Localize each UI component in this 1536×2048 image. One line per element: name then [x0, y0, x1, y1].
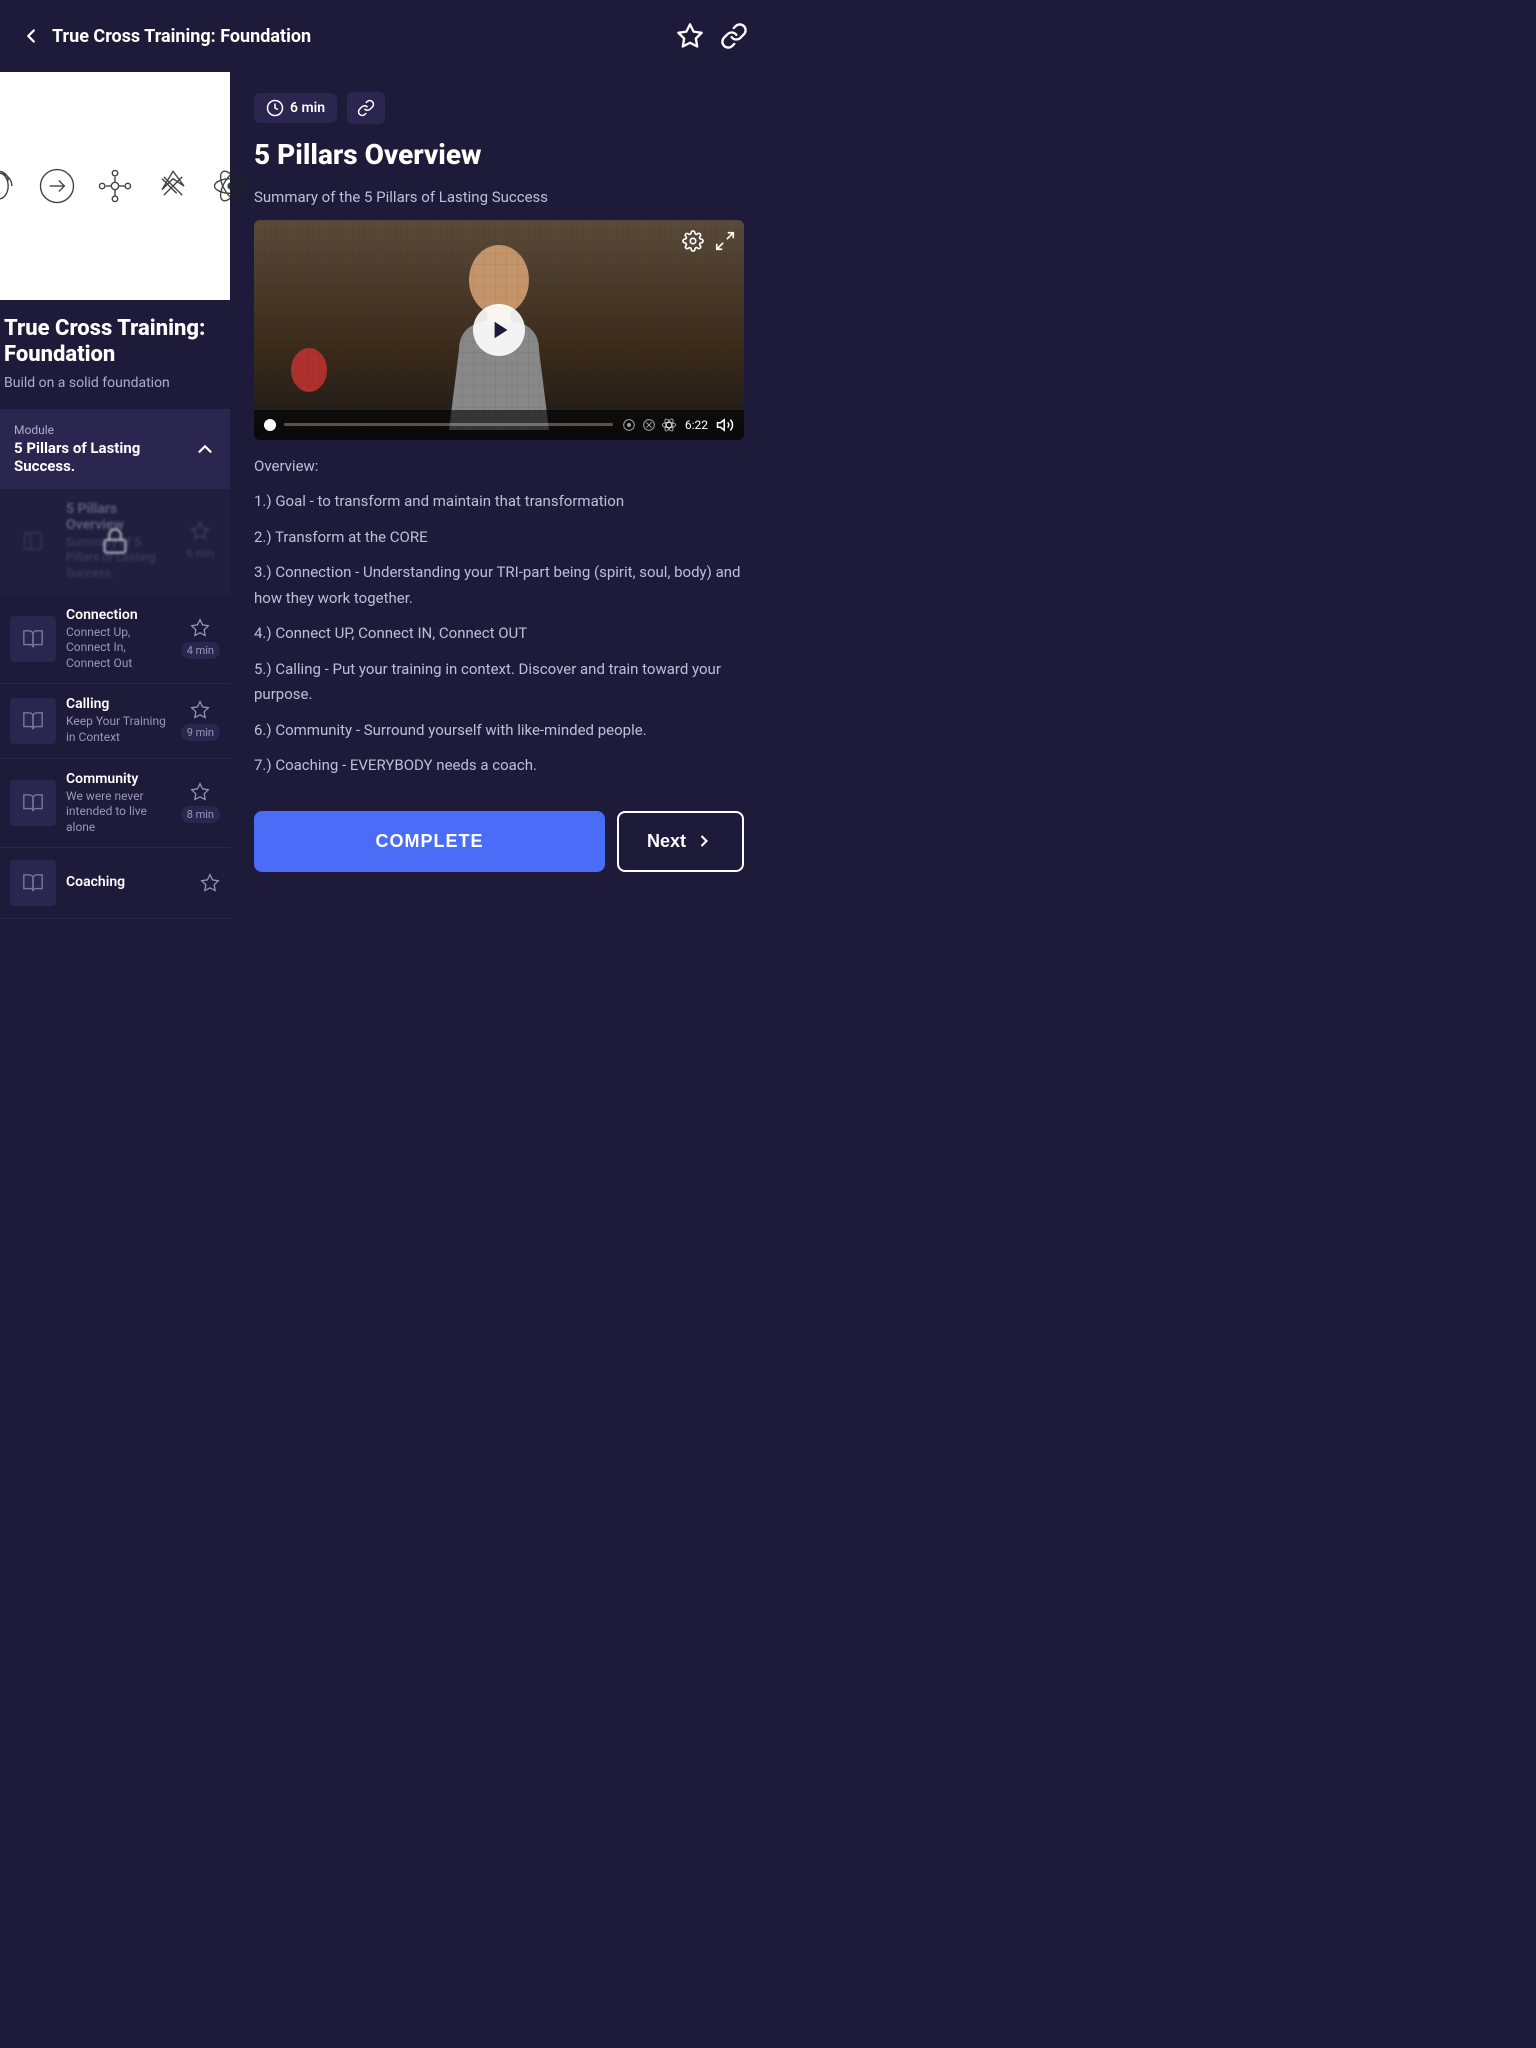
clock-icon: [266, 99, 284, 117]
course-title: True Cross Training: Foundation: [4, 316, 220, 369]
module-section: Module 5 Pillars of Lasting Success.: [0, 409, 230, 920]
star-icon[interactable]: [190, 782, 210, 802]
lesson-item[interactable]: Coaching: [0, 848, 230, 919]
lesson-duration: 4 min: [181, 642, 220, 659]
star-icon[interactable]: [190, 700, 210, 720]
lesson-item[interactable]: 5 Pillars Overview Summary of 5 Pillars …: [0, 489, 230, 595]
action-buttons: COMPLETE Next: [254, 811, 744, 892]
lesson-info: Coaching: [66, 874, 190, 892]
overview-point-4: 5.) Calling - Put your training in conte…: [254, 657, 744, 708]
video-controls: 6:22: [254, 410, 744, 440]
star-icon[interactable]: [200, 873, 220, 893]
lesson-thumb: [10, 616, 56, 662]
lesson-right: [200, 873, 220, 893]
lesson-desc: We were never intended to live alone: [66, 789, 171, 836]
lesson-item[interactable]: Community We were never intended to live…: [0, 759, 230, 849]
header-actions: [676, 22, 748, 50]
lesson-right: 8 min: [181, 782, 220, 823]
lesson-info: Connection Connect Up, Connect In, Conne…: [66, 607, 171, 672]
lesson-name: Coaching: [66, 874, 190, 890]
overview-point-2: 3.) Connection - Understanding your TRI-…: [254, 560, 744, 611]
thumbnail-icons: [0, 164, 253, 208]
star-icon[interactable]: [190, 618, 210, 638]
back-icon[interactable]: [20, 25, 42, 47]
fingerprint-icon: [0, 164, 21, 208]
overview-point-0: 1.) Goal - to transform and maintain tha…: [254, 489, 744, 515]
lesson-duration: 9 min: [181, 724, 220, 741]
lesson-item[interactable]: Calling Keep Your Training in Context 9 …: [0, 684, 230, 758]
atom-icon: [209, 164, 253, 208]
lesson-name: Connection: [66, 607, 171, 623]
overview-label: Overview:: [254, 454, 744, 480]
lesson-item[interactable]: Connection Connect Up, Connect In, Conne…: [0, 595, 230, 685]
chevron-up-icon: [194, 438, 216, 460]
next-button[interactable]: Next: [617, 811, 744, 872]
play-button[interactable]: [473, 304, 525, 356]
course-subtitle: Build on a solid foundation: [4, 375, 220, 391]
bookmark-icon[interactable]: [676, 22, 704, 50]
module-label: Module: [14, 423, 194, 437]
lesson-right: 9 min: [181, 700, 220, 741]
duration-badge: 6 min: [254, 93, 337, 123]
link-badge[interactable]: [347, 92, 385, 124]
content-title: 5 Pillars Overview: [254, 138, 744, 172]
lock-icon: [101, 527, 129, 555]
lesson-list: 5 Pillars Overview Summary of 5 Pillars …: [0, 489, 230, 920]
lesson-duration: 8 min: [181, 806, 220, 823]
chevron-right-icon: [694, 831, 714, 851]
fullscreen-icon[interactable]: [714, 230, 736, 252]
overview-point-5: 6.) Community - Surround yourself with l…: [254, 718, 744, 744]
lesson-desc: Connect Up, Connect In, Connect Out: [66, 625, 171, 672]
next-label: Next: [647, 831, 686, 852]
overview-point-3: 4.) Connect UP, Connect IN, Connect OUT: [254, 621, 744, 647]
volume-icon[interactable]: [716, 416, 734, 434]
complete-button[interactable]: COMPLETE: [254, 811, 605, 872]
lesson-thumb: [10, 698, 56, 744]
left-panel: True Cross Training: Foundation Build on…: [0, 72, 230, 1024]
meta-row: 6 min: [254, 92, 744, 124]
module-info: Module 5 Pillars of Lasting Success.: [14, 423, 194, 475]
lesson-right: 4 min: [181, 618, 220, 659]
link-icon[interactable]: [720, 22, 748, 50]
module-name: 5 Pillars of Lasting Success.: [14, 439, 194, 475]
course-thumbnail: [0, 72, 230, 300]
lesson-info: Community We were never intended to live…: [66, 771, 171, 836]
network-icon: [93, 164, 137, 208]
header: True Cross Training: Foundation: [0, 0, 768, 72]
video-icon-3: [661, 417, 677, 433]
lesson-thumb: [10, 780, 56, 826]
video-icon-1: [621, 417, 637, 433]
progress-dot: [264, 419, 276, 431]
cross-icon: [151, 164, 195, 208]
overview-text: Overview: 1.) Goal - to transform and ma…: [254, 454, 744, 789]
video-icon-2: [641, 417, 657, 433]
lesson-desc: Keep Your Training in Context: [66, 714, 171, 745]
lesson-thumb: [10, 860, 56, 906]
module-header[interactable]: Module 5 Pillars of Lasting Success.: [0, 409, 230, 489]
lesson-info: Calling Keep Your Training in Context: [66, 696, 171, 745]
chain-icon: [357, 99, 375, 117]
lesson-name: Calling: [66, 696, 171, 712]
video-time: 6:22: [685, 418, 708, 432]
header-title: True Cross Training: Foundation: [52, 26, 311, 47]
lesson-name: Community: [66, 771, 171, 787]
overview-point-1: 2.) Transform at the CORE: [254, 525, 744, 551]
progress-bar[interactable]: [284, 423, 613, 426]
arrow-circle-icon: [35, 164, 79, 208]
course-info: True Cross Training: Foundation Build on…: [0, 300, 230, 403]
main-layout: True Cross Training: Foundation Build on…: [0, 72, 768, 1024]
header-left: True Cross Training: Foundation: [20, 25, 311, 47]
content-summary: Summary of the 5 Pillars of Lasting Succ…: [254, 188, 744, 206]
lock-overlay: [0, 489, 230, 594]
video-player[interactable]: 6:22: [254, 220, 744, 440]
duration-text: 6 min: [290, 100, 325, 116]
settings-icon[interactable]: [682, 230, 704, 252]
overview-point-6: 7.) Coaching - EVERYBODY needs a coach.: [254, 753, 744, 779]
right-panel: 6 min 5 Pillars Overview Summary of the …: [230, 72, 768, 1024]
